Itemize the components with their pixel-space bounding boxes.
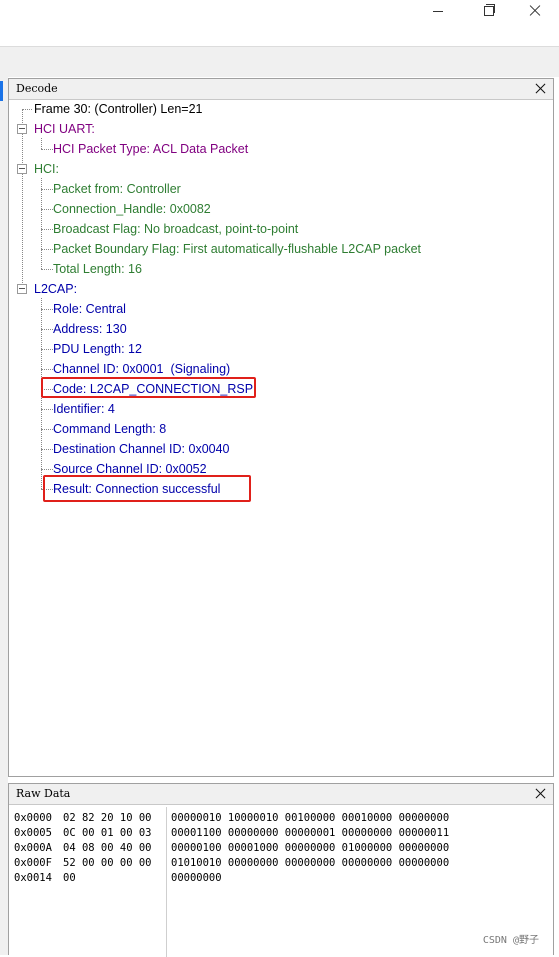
tree-line [41,429,53,430]
binary-column: 00000010 10000010 00100000 00010000 0000… [171,811,449,886]
tree-node-address[interactable]: Address: 130 [53,320,127,338]
decode-close-icon[interactable] [534,82,548,96]
column-divider [166,807,167,957]
tree-node-role[interactable]: Role: Central [53,300,126,318]
offset-cell: 0x0000 [14,812,52,824]
highlight-box-result [43,475,251,502]
toolbar [0,46,559,77]
tree-line [41,449,53,450]
tree-node-hci-uart[interactable]: HCI UART: [34,120,95,138]
offset-column: 0x0000 0x0005 0x000A 0x000F 0x0014 [14,811,52,886]
raw-data-panel: Raw Data 0x0000 0x0005 0x000A 0x000F 0x0… [8,783,554,957]
tree-line [41,229,53,230]
tree-line [41,369,53,370]
offset-cell: 0x0014 [14,872,52,884]
raw-panel-title: Raw Data [16,787,71,800]
tree-node-command-length[interactable]: Command Length: 8 [53,420,166,438]
tree-node-connection-handle[interactable]: Connection_Handle: 0x0082 [53,200,211,218]
tree-node-l2cap[interactable]: L2CAP: [34,280,77,298]
highlight-box-code [41,377,256,398]
tree-node-pdu-length[interactable]: PDU Length: 12 [53,340,142,358]
hex-cell: 04 08 00 40 00 [63,842,152,854]
offset-cell: 0x000A [14,842,52,854]
window-titlebar [0,0,559,46]
minimize-icon[interactable] [428,2,448,20]
tree-line [22,109,32,110]
tree-node-channel-id[interactable]: Channel ID: 0x0001 (Signaling) [53,360,230,378]
watermark-label: CSDN @野子 [482,935,539,946]
tree-node-broadcast-flag[interactable]: Broadcast Flag: No broadcast, point-to-p… [53,220,298,238]
offset-cell: 0x000F [14,857,52,869]
hex-cell: 52 00 00 00 00 [63,857,152,869]
decode-panel: Decode Frame 30: (Controller) Len=21 HCI… [8,78,554,777]
binary-cell: 00000010 10000010 00100000 00010000 0000… [171,812,450,824]
tree-line [41,469,53,470]
raw-panel-header: Raw Data [9,784,553,805]
hex-cell: 02 82 20 10 00 [63,812,152,824]
offset-cell: 0x0005 [14,827,52,839]
tree-line [41,189,53,190]
binary-cell: 00001100 00000000 00000001 00000000 0000… [171,827,450,839]
tree-node-packet-from[interactable]: Packet from: Controller [53,180,181,198]
decode-panel-title: Decode [16,82,58,95]
collapse-toggle-icon[interactable] [17,284,27,294]
hex-column: 02 82 20 10 00 0C 00 01 00 03 04 08 00 4… [63,811,152,886]
hex-cell: 00 [63,872,76,884]
tree-node-packet-type[interactable]: HCI Packet Type: ACL Data Packet [53,140,248,158]
active-tab-indicator [0,81,3,101]
raw-data-body[interactable]: 0x0000 0x0005 0x000A 0x000F 0x0014 02 82… [9,805,553,957]
left-sidebar-strip [0,76,8,955]
tree-line [41,329,53,330]
tree-line [41,178,42,269]
tree-line [41,409,53,410]
tree-node-boundary-flag[interactable]: Packet Boundary Flag: First automaticall… [53,240,421,258]
tree-node-hci[interactable]: HCI: [34,160,59,178]
binary-cell: 00000000 [171,872,222,884]
tree-line [22,109,23,289]
decode-tree: Frame 30: (Controller) Len=21 HCI UART: … [9,100,553,776]
hex-cell: 0C 00 01 00 03 [63,827,152,839]
close-window-icon[interactable] [525,2,545,20]
binary-cell: 01010010 00000000 00000000 00000000 0000… [171,857,450,869]
restore-icon[interactable] [478,2,498,20]
tree-line [41,138,42,149]
tree-line [41,249,53,250]
raw-close-icon[interactable] [534,787,548,801]
tree-node-destination-cid[interactable]: Destination Channel ID: 0x0040 [53,440,230,458]
tree-line [41,149,53,150]
tree-node-total-length[interactable]: Total Length: 16 [53,260,142,278]
collapse-toggle-icon[interactable] [17,164,27,174]
tree-line [41,269,53,270]
tree-line [41,309,53,310]
tree-line [41,209,53,210]
decode-panel-header: Decode [9,79,553,100]
tree-node-identifier[interactable]: Identifier: 4 [53,400,115,418]
tree-line [41,349,53,350]
tree-node-frame[interactable]: Frame 30: (Controller) Len=21 [34,100,202,118]
collapse-toggle-icon[interactable] [17,124,27,134]
binary-cell: 00000100 00001000 00000000 01000000 0000… [171,842,450,854]
